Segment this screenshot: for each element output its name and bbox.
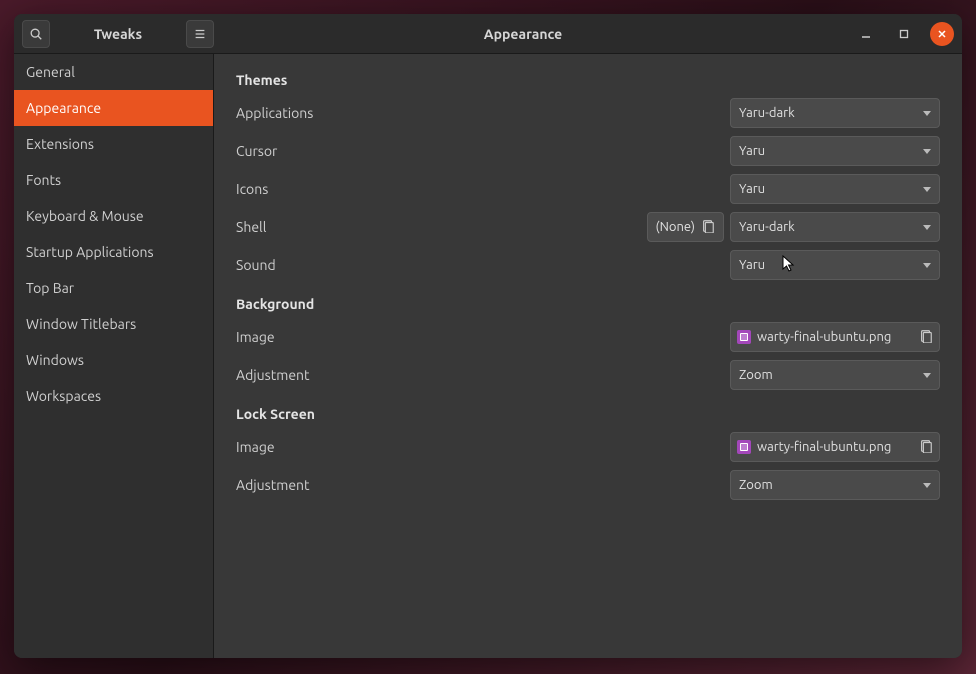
shell-dropdown[interactable]: Yaru-dark bbox=[730, 212, 940, 242]
minimize-button[interactable] bbox=[854, 22, 878, 46]
close-button[interactable] bbox=[930, 22, 954, 46]
sound-value: Yaru bbox=[739, 258, 923, 272]
sidebar: General Appearance Extensions Fonts Keyb… bbox=[14, 54, 214, 658]
app-title: Tweaks bbox=[54, 26, 182, 42]
row-sound: Sound Yaru bbox=[236, 250, 940, 280]
image-file-icon bbox=[737, 330, 751, 344]
sidebar-item-windows[interactable]: Windows bbox=[14, 342, 213, 378]
chevron-down-icon bbox=[923, 373, 931, 378]
sidebar-item-keyboard-mouse[interactable]: Keyboard & Mouse bbox=[14, 198, 213, 234]
applications-label: Applications bbox=[236, 105, 730, 121]
applications-dropdown[interactable]: Yaru-dark bbox=[730, 98, 940, 128]
bg-image-file-button[interactable]: warty-final-ubuntu.png bbox=[730, 322, 940, 352]
sidebar-item-workspaces[interactable]: Workspaces bbox=[14, 378, 213, 414]
window-controls bbox=[854, 22, 954, 46]
page-title: Appearance bbox=[214, 26, 832, 42]
main-panel: Themes Applications Yaru-dark Cursor Yar… bbox=[214, 54, 962, 658]
chevron-down-icon bbox=[923, 225, 931, 230]
lockscreen-section-header: Lock Screen bbox=[236, 406, 940, 422]
sidebar-item-general[interactable]: General bbox=[14, 54, 213, 90]
sidebar-item-window-titlebars[interactable]: Window Titlebars bbox=[14, 306, 213, 342]
titlebar: Tweaks Appearance bbox=[14, 14, 962, 54]
themes-section-header: Themes bbox=[236, 72, 940, 88]
shell-aux-label: (None) bbox=[656, 220, 695, 234]
sidebar-item-appearance[interactable]: Appearance bbox=[14, 90, 213, 126]
ls-adjustment-value: Zoom bbox=[739, 478, 923, 492]
icons-value: Yaru bbox=[739, 182, 923, 196]
sidebar-item-startup-applications[interactable]: Startup Applications bbox=[14, 234, 213, 270]
ls-image-label: Image bbox=[236, 439, 730, 455]
chevron-down-icon bbox=[923, 483, 931, 488]
chevron-down-icon bbox=[923, 149, 931, 154]
chevron-down-icon bbox=[923, 187, 931, 192]
row-icons: Icons Yaru bbox=[236, 174, 940, 204]
row-bg-adjustment: Adjustment Zoom bbox=[236, 360, 940, 390]
shell-none-button[interactable]: (None) bbox=[647, 212, 724, 242]
sound-dropdown[interactable]: Yaru bbox=[730, 250, 940, 280]
row-applications: Applications Yaru-dark bbox=[236, 98, 940, 128]
bg-image-label: Image bbox=[236, 329, 730, 345]
image-file-icon bbox=[737, 440, 751, 454]
icons-dropdown[interactable]: Yaru bbox=[730, 174, 940, 204]
bg-image-filename: warty-final-ubuntu.png bbox=[757, 330, 913, 344]
ls-image-filename: warty-final-ubuntu.png bbox=[757, 440, 913, 454]
background-section-header: Background bbox=[236, 296, 940, 312]
ls-adjustment-label: Adjustment bbox=[236, 477, 730, 493]
row-ls-adjustment: Adjustment Zoom bbox=[236, 470, 940, 500]
menu-button[interactable] bbox=[186, 20, 214, 48]
content: General Appearance Extensions Fonts Keyb… bbox=[14, 54, 962, 658]
sidebar-item-fonts[interactable]: Fonts bbox=[14, 162, 213, 198]
shell-label: Shell bbox=[236, 219, 647, 235]
applications-value: Yaru-dark bbox=[739, 106, 923, 120]
bg-adjustment-value: Zoom bbox=[739, 368, 923, 382]
document-icon bbox=[701, 219, 715, 236]
chevron-down-icon bbox=[923, 263, 931, 268]
browse-icon bbox=[919, 439, 933, 456]
shell-value: Yaru-dark bbox=[739, 220, 923, 234]
ls-image-file-button[interactable]: warty-final-ubuntu.png bbox=[730, 432, 940, 462]
sidebar-item-top-bar[interactable]: Top Bar bbox=[14, 270, 213, 306]
maximize-button[interactable] bbox=[892, 22, 916, 46]
tweaks-window: Tweaks Appearance General Appearance Ex bbox=[14, 14, 962, 658]
chevron-down-icon bbox=[923, 111, 931, 116]
bg-adjustment-dropdown[interactable]: Zoom bbox=[730, 360, 940, 390]
cursor-label: Cursor bbox=[236, 143, 730, 159]
icons-label: Icons bbox=[236, 181, 730, 197]
bg-adjustment-label: Adjustment bbox=[236, 367, 730, 383]
ls-adjustment-dropdown[interactable]: Zoom bbox=[730, 470, 940, 500]
cursor-value: Yaru bbox=[739, 144, 923, 158]
cursor-dropdown[interactable]: Yaru bbox=[730, 136, 940, 166]
sidebar-item-extensions[interactable]: Extensions bbox=[14, 126, 213, 162]
search-button[interactable] bbox=[22, 20, 50, 48]
row-ls-image: Image warty-final-ubuntu.png bbox=[236, 432, 940, 462]
row-cursor: Cursor Yaru bbox=[236, 136, 940, 166]
row-bg-image: Image warty-final-ubuntu.png bbox=[236, 322, 940, 352]
row-shell: Shell (None) Yaru-dark bbox=[236, 212, 940, 242]
sound-label: Sound bbox=[236, 257, 730, 273]
browse-icon bbox=[919, 329, 933, 346]
titlebar-left: Tweaks bbox=[14, 20, 214, 48]
